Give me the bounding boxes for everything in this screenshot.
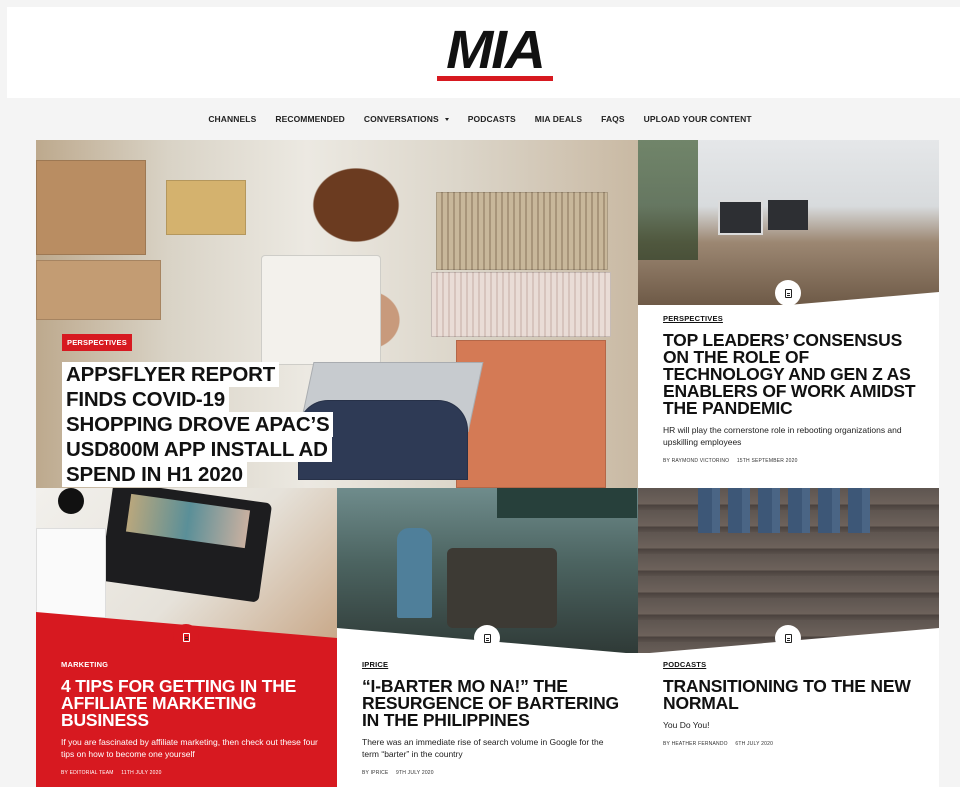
bag-image	[166, 180, 246, 235]
article-category[interactable]: PERSPECTIVES	[663, 314, 923, 323]
article-author[interactable]: BY HEATHER FERNANDO	[663, 741, 728, 747]
hero-title[interactable]: APPSFLYER REPORT FINDS COVID-19 SHOPPING…	[62, 362, 334, 487]
document-icon	[483, 633, 491, 643]
cardboard-box-image	[36, 160, 146, 255]
person-image	[397, 528, 432, 618]
monitor-image	[718, 200, 763, 235]
document-icon	[784, 633, 792, 643]
nav-label: CONVERSATIONS	[363, 114, 439, 124]
cart-image	[447, 548, 557, 628]
document-icon	[182, 632, 190, 642]
article-category[interactable]: IPRICE	[362, 660, 622, 669]
article-excerpt: There was an immediate rise of search vo…	[362, 737, 604, 759]
striped-box-image	[436, 192, 608, 270]
article-author[interactable]: BY IPRICE	[362, 770, 388, 776]
nav-item-faqs[interactable]: FAQS	[601, 108, 625, 130]
article-date: 9TH JULY 2020	[396, 770, 434, 776]
article-title[interactable]: “I-BARTER MO NA!” THE RESURGENCE OF BART…	[362, 677, 622, 729]
article-type-icon	[775, 625, 801, 651]
notebook-image	[36, 528, 106, 618]
article-card-marketing[interactable]: MARKETING 4 TIPS FOR GETTING IN THE AFFI…	[36, 488, 337, 787]
cup-image	[58, 488, 84, 514]
nav-label: FAQS	[601, 114, 625, 124]
article-excerpt: You Do You!	[663, 720, 710, 730]
article-excerpt: If you are fascinated by affiliate marke…	[61, 737, 318, 759]
article-category[interactable]: PODCASTS	[663, 660, 923, 669]
nav-label: UPLOAD YOUR CONTENT	[643, 114, 752, 124]
nav-label: RECOMMENDED	[275, 114, 345, 124]
nav-item-conversations[interactable]: CONVERSATIONS	[364, 108, 449, 130]
nav-item-channels[interactable]: CHANNELS	[208, 108, 256, 130]
article-card-podcasts[interactable]: PODCASTS TRANSITIONING TO THE NEW NORMAL…	[638, 488, 939, 787]
plant-image	[638, 140, 698, 260]
nav-label: MIA DEALS	[534, 114, 583, 124]
article-author[interactable]: BY RAYMOND VICTORINO	[663, 458, 729, 464]
article-title[interactable]: 4 TIPS FOR GETTING IN THE AFFILIATE MARK…	[61, 677, 321, 729]
nav-item-podcasts[interactable]: PODCASTS	[468, 108, 516, 130]
article-date: 6TH JULY 2020	[735, 741, 774, 747]
awning-image	[497, 488, 637, 518]
cardboard-box-image	[36, 260, 161, 320]
nav-item-recommended[interactable]: RECOMMENDED	[275, 108, 345, 130]
article-card-iprice[interactable]: IPRICE “I-BARTER MO NA!” THE RESURGENCE …	[337, 488, 638, 787]
article-date: 15TH SEPTEMBER 2020	[736, 458, 798, 464]
logo-text: MIA	[446, 20, 546, 80]
article-date: 11TH JULY 2020	[121, 770, 162, 776]
hero-article[interactable]: PERSPECTIVES APPSFLYER REPORT FINDS COVI…	[36, 140, 638, 488]
article-title[interactable]: TRANSITIONING TO THE NEW NORMAL	[663, 677, 923, 712]
nav-label: CHANNELS	[208, 114, 257, 124]
pink-box-image	[431, 272, 611, 337]
nav-item-upload-content[interactable]: UPLOAD YOUR CONTENT	[644, 108, 752, 130]
person-shirt-image	[261, 255, 381, 365]
nav-item-mia-deals[interactable]: MIA DEALS	[535, 108, 582, 130]
document-icon	[784, 288, 792, 298]
article-type-icon	[474, 625, 500, 651]
hero-category-badge[interactable]: PERSPECTIVES	[62, 334, 132, 351]
article-author[interactable]: BY EDITORIAL TEAM	[61, 770, 114, 776]
article-type-icon	[173, 624, 199, 650]
site-header: MIA	[7, 7, 960, 98]
nav-label: PODCASTS	[467, 114, 516, 124]
article-type-icon	[775, 280, 801, 306]
people-legs-image	[698, 488, 878, 533]
logo-underline	[437, 76, 553, 81]
article-category[interactable]: MARKETING	[61, 660, 321, 669]
main-nav: CHANNELS RECOMMENDED CONVERSATIONS PODCA…	[0, 108, 960, 130]
article-card-top-right[interactable]: PERSPECTIVES TOP LEADERS’ CONSENSUS ON T…	[638, 140, 939, 488]
hero-title-text: APPSFLYER REPORT FINDS COVID-19 SHOPPING…	[62, 362, 334, 487]
chevron-down-icon	[444, 117, 449, 121]
monitor-image	[768, 200, 808, 230]
article-excerpt: HR will play the cornerstone role in reb…	[663, 425, 902, 447]
article-title[interactable]: TOP LEADERS’ CONSENSUS ON THE ROLE OF TE…	[663, 331, 923, 417]
mia-logo[interactable]: MIA	[435, 23, 555, 85]
